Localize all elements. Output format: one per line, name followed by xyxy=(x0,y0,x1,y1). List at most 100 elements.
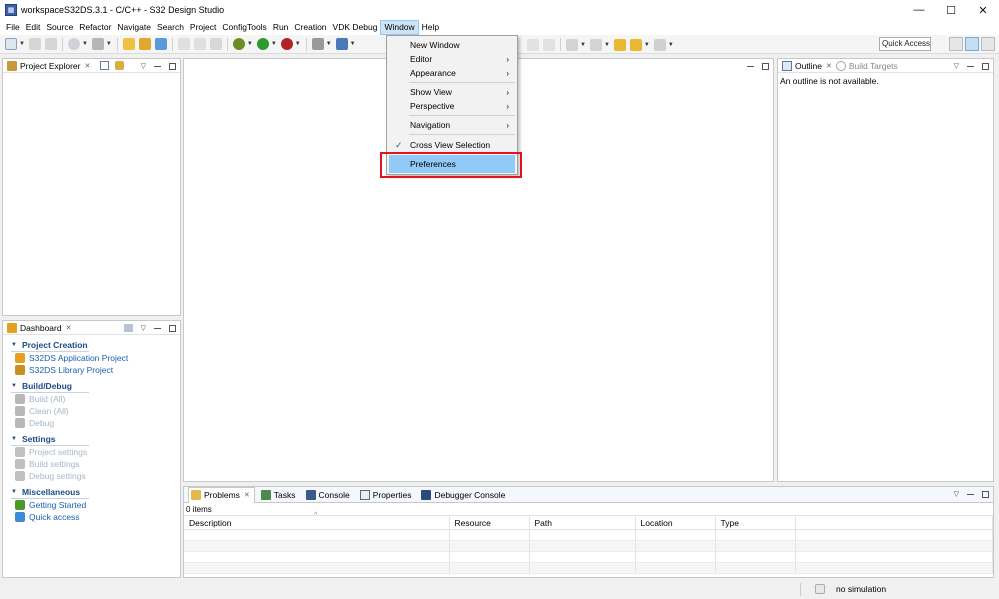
debug-config-icon[interactable] xyxy=(232,38,245,50)
dashboard-section-header[interactable]: ▼ Settings xyxy=(11,434,89,446)
forward-icon[interactable] xyxy=(653,38,666,51)
paragraph-icon[interactable] xyxy=(543,38,555,51)
menu-configtools[interactable]: ConfigTools xyxy=(219,20,269,35)
import-icon[interactable] xyxy=(154,38,167,50)
maximize-icon[interactable] xyxy=(762,62,769,70)
run-dropdown-icon[interactable]: ▼ xyxy=(271,41,277,47)
menu-item-perspective[interactable]: Perspective › xyxy=(389,97,515,115)
save-icon[interactable] xyxy=(28,38,41,50)
dashboard-link[interactable]: Debug xyxy=(11,417,180,429)
menu-file[interactable]: File xyxy=(3,20,23,35)
menu-run[interactable]: Run xyxy=(270,20,292,35)
outline-tab[interactable]: Outline ✕ xyxy=(782,59,836,73)
prev-annotation-icon[interactable] xyxy=(589,38,602,51)
tab-properties[interactable]: Properties xyxy=(359,488,416,502)
tab-console[interactable]: Console xyxy=(305,488,354,502)
maximize-icon[interactable] xyxy=(982,490,989,498)
tab-debugger-console[interactable]: Debugger Console xyxy=(421,488,509,502)
minimize-icon[interactable] xyxy=(154,327,161,329)
dashboard-section-header[interactable]: ▼ Miscellaneous xyxy=(11,487,89,499)
menu-refactor[interactable]: Refactor xyxy=(76,20,114,35)
dashboard-link[interactable]: Project settings xyxy=(11,446,180,458)
clipboard-icon[interactable] xyxy=(209,38,222,50)
close-tab-icon[interactable]: ✕ xyxy=(84,62,90,70)
run-icon[interactable] xyxy=(256,38,269,50)
dashboard-tab[interactable]: Dashboard ✕ xyxy=(7,321,75,335)
maximize-icon[interactable] xyxy=(169,324,176,332)
last-edit-icon[interactable] xyxy=(613,38,626,51)
dashboard-link[interactable]: Quick access xyxy=(11,511,180,523)
column-location[interactable]: Location xyxy=(635,515,716,530)
column-description[interactable]: Description ^ xyxy=(184,512,450,530)
debug-perspective-icon[interactable] xyxy=(981,37,995,51)
minimize-icon[interactable] xyxy=(967,65,974,67)
expand-toggle-icon[interactable]: ▼ xyxy=(11,489,17,495)
build-dropdown-icon[interactable]: ▼ xyxy=(106,41,112,47)
build-targets-tab[interactable]: Build Targets xyxy=(835,59,902,73)
new-project-icon[interactable] xyxy=(122,38,135,50)
back-dropdown-icon[interactable]: ▼ xyxy=(644,42,650,48)
dashboard-link[interactable]: Build settings xyxy=(11,458,180,470)
dashboard-section-header[interactable]: ▼ Build/Debug xyxy=(11,381,89,393)
new-library-icon[interactable] xyxy=(138,38,151,50)
maximize-icon[interactable] xyxy=(169,62,176,70)
save-all-icon[interactable] xyxy=(44,38,57,50)
column-type[interactable]: Type xyxy=(715,515,796,530)
new-dropdown-icon[interactable]: ▼ xyxy=(19,41,25,47)
project-explorer-tab[interactable]: Project Explorer ✕ xyxy=(7,59,94,73)
forward-dropdown-icon[interactable]: ▼ xyxy=(668,42,674,48)
menu-item-navigation[interactable]: Navigation › xyxy=(389,116,515,134)
unlink-icon[interactable] xyxy=(193,38,206,50)
menu-help[interactable]: Help xyxy=(419,20,442,35)
close-tab-icon[interactable]: ✕ xyxy=(66,324,72,332)
menu-navigate[interactable]: Navigate xyxy=(114,20,154,35)
dashboard-section-header[interactable]: ▼ Project Creation xyxy=(11,340,89,352)
view-menu-icon[interactable]: ▽ xyxy=(954,490,959,498)
menu-search[interactable]: Search xyxy=(154,20,187,35)
minimize-button[interactable]: — xyxy=(903,0,935,20)
stop-icon[interactable] xyxy=(311,38,324,50)
close-tab-icon[interactable]: ✕ xyxy=(244,491,250,499)
maximize-icon[interactable] xyxy=(982,62,989,70)
new-icon[interactable] xyxy=(5,38,17,50)
expand-toggle-icon[interactable]: ▼ xyxy=(11,383,17,389)
expand-toggle-icon[interactable]: ▼ xyxy=(11,436,17,442)
column-path[interactable]: Path xyxy=(529,515,636,530)
view-menu-icon[interactable]: ▽ xyxy=(141,62,146,70)
open-perspective-icon[interactable] xyxy=(949,37,963,51)
camera-dropdown-icon[interactable]: ▼ xyxy=(350,41,356,47)
build-hammer-icon[interactable] xyxy=(91,38,104,50)
back-icon[interactable] xyxy=(629,38,642,51)
expand-toggle-icon[interactable]: ▼ xyxy=(11,342,17,348)
minimize-icon[interactable] xyxy=(154,65,161,67)
tab-tasks[interactable]: Tasks xyxy=(260,488,300,502)
view-menu-icon[interactable]: ▽ xyxy=(954,62,959,70)
external-tools-dropdown-icon[interactable]: ▼ xyxy=(295,41,301,47)
target-dropdown-icon[interactable]: ▼ xyxy=(82,41,88,47)
dashboard-link[interactable]: S32DS Application Project xyxy=(11,352,180,364)
dashboard-link[interactable]: Debug settings xyxy=(11,470,180,482)
debug-dropdown-icon[interactable]: ▼ xyxy=(247,41,253,47)
menu-vdk-debug[interactable]: VDK Debug xyxy=(330,20,381,35)
collapse-all-icon[interactable] xyxy=(100,61,110,70)
maximize-button[interactable]: ☐ xyxy=(935,0,967,20)
dashboard-link[interactable]: Build (All) xyxy=(11,393,180,405)
dashboard-link[interactable]: Clean (All) xyxy=(11,405,180,417)
dashboard-link[interactable]: S32DS Library Project xyxy=(11,364,180,376)
dashboard-link[interactable]: Getting Started xyxy=(11,499,180,511)
link-with-editor-icon[interactable] xyxy=(115,61,125,70)
cpp-perspective-icon[interactable] xyxy=(965,37,979,51)
menu-source[interactable]: Source xyxy=(43,20,76,35)
menu-project[interactable]: Project xyxy=(187,20,219,35)
next-annotation-icon[interactable] xyxy=(566,38,578,51)
column-resource[interactable]: Resource xyxy=(449,515,530,530)
stop-dropdown-icon[interactable]: ▼ xyxy=(326,41,332,47)
tab-problems[interactable]: Problems ✕ xyxy=(188,486,255,503)
close-tab-icon[interactable]: ✕ xyxy=(826,62,832,70)
quick-access-field[interactable]: Quick Access xyxy=(879,37,931,51)
toggle-mark-icon[interactable] xyxy=(527,38,539,51)
external-tools-icon[interactable] xyxy=(280,38,293,50)
menu-creation[interactable]: Creation xyxy=(291,20,329,35)
target-icon[interactable] xyxy=(67,38,80,50)
close-window-button[interactable]: ✕ xyxy=(967,0,999,20)
